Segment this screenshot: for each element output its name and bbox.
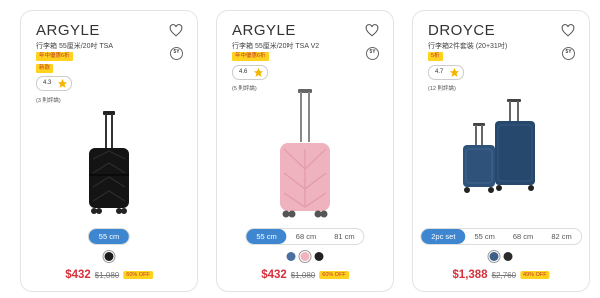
star-icon	[57, 78, 68, 88]
product-name[interactable]: 行李箱 55厘米/20吋 TSA	[36, 41, 113, 51]
rating-value: 4.6	[239, 69, 248, 75]
rating-pill: 4.3	[36, 76, 72, 91]
suitcase-set-navy-image[interactable]	[455, 99, 547, 195]
color-swatch-black[interactable]	[314, 252, 324, 261]
product-card[interactable]: ARGYLE 行李箱 55厘米/20吋 TSA V2 5Y 年中優惠6折 4.6…	[216, 10, 394, 292]
size-option[interactable]: 55 cm	[465, 229, 503, 244]
warranty-icon: 5Y	[366, 47, 379, 60]
sale-price: $1,388	[452, 269, 488, 281]
product-brand: DROYCE	[428, 22, 496, 39]
original-price: $1,080	[94, 270, 120, 280]
review-count: (5 則評論)	[232, 86, 257, 92]
sale-price: $432	[261, 269, 287, 281]
size-selector: 55 cm 68 cm 81 cm	[245, 228, 365, 245]
color-swatch-navy[interactable]	[489, 252, 499, 261]
product-brand: ARGYLE	[232, 22, 296, 39]
promo-badge: 5折	[428, 52, 443, 61]
original-price: $1,080	[290, 270, 316, 280]
rating-pill: 4.6	[232, 65, 268, 80]
review-count: (3 則評論)	[36, 98, 61, 104]
product-card[interactable]: DROYCE 行李箱2件套裝 (20+31吋) 5Y 5折 4.7 (12 則評…	[412, 10, 590, 292]
price-row: $432 $1,080 60% OFF	[65, 269, 153, 281]
size-option[interactable]: 55 cm	[246, 229, 287, 244]
color-swatches	[104, 252, 114, 261]
product-brand: ARGYLE	[36, 22, 100, 39]
size-option[interactable]: 68 cm	[287, 229, 325, 244]
price-row: $1,388 $2,760 49% OFF	[452, 269, 550, 281]
color-swatches	[489, 252, 513, 261]
size-option[interactable]: 55 cm	[88, 229, 130, 244]
suitcase-black-image[interactable]	[79, 111, 139, 217]
rating-value: 4.3	[43, 80, 52, 86]
star-icon	[449, 67, 460, 77]
product-name[interactable]: 行李箱2件套裝 (20+31吋)	[428, 41, 507, 51]
heart-icon[interactable]	[365, 24, 379, 37]
new-badge: 新款	[36, 64, 54, 73]
warranty-icon: 5Y	[170, 47, 183, 60]
size-option[interactable]: 68 cm	[504, 229, 542, 244]
star-icon	[253, 67, 264, 77]
price-row: $432 $1,080 60% OFF	[261, 269, 349, 281]
suitcase-pink-image[interactable]	[272, 89, 338, 221]
rating-pill: 4.7	[428, 65, 464, 80]
color-swatch-black[interactable]	[503, 252, 513, 261]
color-swatches	[286, 252, 324, 261]
product-name[interactable]: 行李箱 55厘米/20吋 TSA V2	[232, 41, 319, 51]
heart-icon[interactable]	[561, 24, 575, 37]
size-option[interactable]: 81 cm	[325, 229, 363, 244]
review-count: (12 則評論)	[428, 86, 456, 92]
promo-badge: 年中優惠6折	[232, 52, 269, 61]
discount-badge: 60% OFF	[319, 271, 349, 279]
warranty-icon: 5Y	[562, 47, 575, 60]
heart-icon[interactable]	[169, 24, 183, 37]
discount-badge: 49% OFF	[520, 271, 550, 279]
size-option[interactable]: 2pc set	[421, 229, 466, 244]
rating-value: 4.7	[435, 69, 444, 75]
size-option[interactable]: 82 cm	[542, 229, 580, 244]
product-card[interactable]: ARGYLE 行李箱 55厘米/20吋 TSA 5Y 年中優惠6折 新款 4.3…	[20, 10, 198, 292]
sale-price: $432	[65, 269, 91, 281]
original-price: $2,760	[491, 270, 517, 280]
size-selector: 2pc set 55 cm 68 cm 82 cm	[420, 228, 582, 245]
color-swatch-pink[interactable]	[300, 252, 310, 261]
color-swatch-blue[interactable]	[286, 252, 296, 261]
size-selector: 55 cm	[87, 228, 131, 245]
promo-badge: 年中優惠6折	[36, 52, 73, 61]
discount-badge: 60% OFF	[123, 271, 153, 279]
color-swatch-black[interactable]	[104, 252, 114, 261]
